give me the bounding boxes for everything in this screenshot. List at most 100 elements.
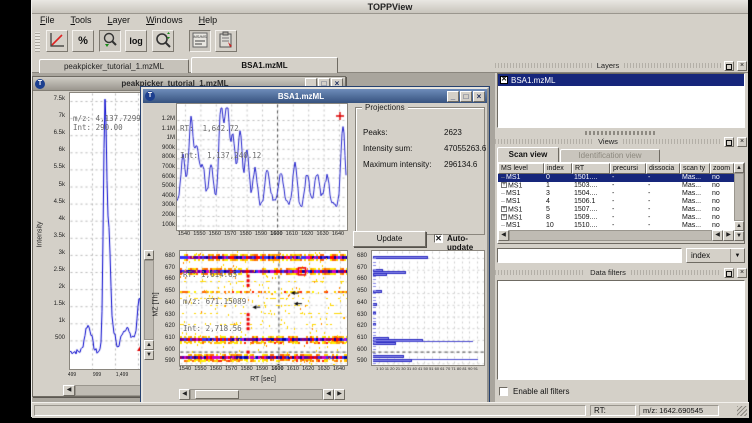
table-filter-input[interactable]	[497, 248, 682, 263]
peaks-value: 2623	[444, 128, 462, 137]
table-cell: 1507....	[572, 206, 610, 214]
w1-xtick-1: 999	[86, 372, 108, 378]
win1-hscroll-track[interactable]	[75, 385, 145, 396]
layers-dock-header[interactable]: Layers ×	[495, 60, 747, 71]
column-header-zoom[interactable]: zoom	[710, 163, 734, 174]
table-vscroll-down-button[interactable]: ▼	[734, 231, 744, 241]
scan-table: MS levelindexRTprecursidissociascan tyzo…	[497, 162, 745, 244]
heatmap-vscroll-down-button[interactable]: ▼	[144, 350, 154, 360]
heatmap-vscroll-up-button[interactable]: ▲	[144, 250, 154, 260]
win1-hscroll-left-button[interactable]: ◀	[63, 385, 75, 396]
layer-visibility-checkbox[interactable]: ✕	[500, 76, 508, 84]
column-header-dissocia[interactable]: dissocia	[646, 163, 680, 174]
layer-item-bsa1[interactable]: ✕ BSA1.mzML	[498, 74, 744, 86]
menu-tools[interactable]: Tools	[63, 14, 100, 25]
table-row[interactable]: –MS141506.1--Mas...no	[498, 198, 734, 206]
win2-minimize-button[interactable]: _	[447, 91, 459, 102]
table-hscroll-left-button[interactable]: ◀	[498, 230, 509, 241]
heatmap-vscroll-up2-button[interactable]: ▲	[144, 340, 154, 350]
proj-ytick-800k: 800k	[147, 154, 175, 160]
views-float-icon[interactable]	[724, 137, 734, 147]
table-vscroll-track[interactable]	[734, 173, 744, 221]
toppview-app-icon: T	[145, 91, 155, 101]
linear-intensity-icon[interactable]	[46, 30, 68, 52]
proj-ytick-700k: 700k	[147, 164, 175, 170]
toolbar-handle[interactable]	[35, 32, 40, 52]
column-header-scan-ty[interactable]: scan ty	[680, 163, 710, 174]
column-header-precursi[interactable]: precursi	[610, 163, 646, 174]
data-filters-close-icon[interactable]: ×	[737, 268, 747, 278]
w1-ytick-4k: 4k	[39, 216, 65, 222]
tree-expand-icon[interactable]: +	[501, 182, 507, 188]
win2-titlebar[interactable]: T BSA1.mzML _ □ ×	[143, 89, 487, 103]
proj-xtick-1640: 1640	[327, 231, 349, 237]
update-button[interactable]: Update	[353, 231, 426, 247]
menu-bar: FileToolsLayerWindowsHelp	[32, 14, 748, 29]
heat-xtick-1640: 1640	[328, 366, 350, 372]
table-hscroll-right-button[interactable]: ▶	[723, 230, 734, 241]
log-intensity-icon[interactable]: log	[125, 30, 147, 52]
menu-windows[interactable]: Windows	[138, 14, 191, 25]
heatmap-hscroll-track[interactable]	[190, 389, 323, 400]
tree-expand-icon[interactable]: +	[501, 214, 507, 220]
data-filters-float-icon[interactable]	[724, 268, 734, 278]
tree-expand-icon[interactable]: +	[501, 206, 507, 212]
vproj-mztick-620: 620	[349, 323, 367, 329]
linear-axes-icon	[48, 31, 66, 49]
heatmap-hscroll-left-button[interactable]: ◀	[179, 389, 190, 400]
tab-bsa1[interactable]: BSA1.mzML	[191, 57, 338, 73]
heatmap-hscroll-right-button[interactable]: ▶	[334, 389, 345, 400]
heat-mztick-620: 620	[157, 323, 175, 329]
zoom-icon[interactable]	[152, 30, 174, 52]
data-filters-dock-title: Data filters	[588, 268, 628, 277]
column-header-rt[interactable]: RT	[572, 163, 610, 174]
projection-cursor-overlay: RT: 1,642.72 Int: 1,137,240.12	[180, 106, 261, 178]
table-row[interactable]: +MS111503....--Mas...no	[498, 182, 734, 190]
column-header-ms-level[interactable]: MS level	[498, 163, 544, 174]
edit-mode-icon[interactable]	[215, 30, 237, 52]
table-row[interactable]: +MS151507....--Mas...no	[498, 206, 734, 214]
resize-grip[interactable]	[737, 406, 747, 416]
table-cell: Mas...	[680, 214, 710, 222]
win2-close-button[interactable]: ×	[473, 91, 485, 102]
table-cell: no	[710, 174, 734, 182]
proj-ytick-1M: 1M	[147, 135, 175, 141]
table-hscroll-track[interactable]	[509, 230, 712, 241]
table-row[interactable]: –MS101501....--Mas...no	[498, 174, 734, 182]
msms-view-icon[interactable]: MS/MS	[189, 30, 211, 52]
window-titlebar[interactable]: TOPPView	[32, 0, 748, 14]
tab-peakpicker-tutorial[interactable]: peakpicker_tutorial_1.mzML	[39, 59, 189, 73]
table-vscroll-up2-button[interactable]: ▲	[734, 221, 744, 231]
data-filters-dock-header[interactable]: Data filters ×	[495, 267, 747, 278]
heatmap-hscroll-thumb[interactable]	[195, 390, 239, 399]
table-row[interactable]: +MS181509....--Mas...no	[498, 214, 734, 222]
table-cell: 5	[544, 206, 572, 214]
percentage-intensity-icon[interactable]: %	[72, 30, 94, 52]
dock-splitter[interactable]	[585, 131, 657, 135]
enable-all-filters-label: Enable all filters	[513, 387, 569, 396]
mz-projection-canvas[interactable]	[371, 250, 485, 366]
menu-layer[interactable]: Layer	[100, 14, 139, 25]
tab-scan-view[interactable]: Scan view	[497, 147, 559, 162]
table-hscroll-left2-button[interactable]: ◀	[712, 230, 723, 241]
tree-leaf-icon: –	[500, 222, 506, 230]
menu-file[interactable]: File	[32, 14, 63, 25]
views-dock-header[interactable]: Views ×	[495, 136, 747, 147]
views-close-icon[interactable]: ×	[737, 137, 747, 147]
heatmap-hscroll-left2-button[interactable]: ◀	[323, 389, 334, 400]
enable-all-filters-checkbox[interactable]	[499, 387, 508, 396]
table-row[interactable]: –MS1101510....--Mas...no	[498, 222, 734, 230]
snap-intensity-icon[interactable]	[99, 30, 121, 52]
win2-maximize-button[interactable]: □	[460, 91, 472, 102]
filter-column-combo[interactable]: index ▼	[686, 248, 745, 263]
table-row[interactable]: –MS131504....--Mas...no	[498, 190, 734, 198]
layers-close-icon[interactable]: ×	[737, 61, 747, 71]
auto-update-checkbox[interactable]: ✕	[434, 234, 443, 243]
column-header-index[interactable]: index	[544, 163, 572, 174]
combo-arrow-icon[interactable]: ▼	[730, 249, 744, 262]
table-vscroll-up-button[interactable]: ▲	[734, 163, 744, 173]
menu-help[interactable]: Help	[191, 14, 226, 25]
layers-float-icon[interactable]	[724, 61, 734, 71]
table-cell: 1509....	[572, 214, 610, 222]
tab-identification-view[interactable]: Identification view	[560, 149, 660, 162]
